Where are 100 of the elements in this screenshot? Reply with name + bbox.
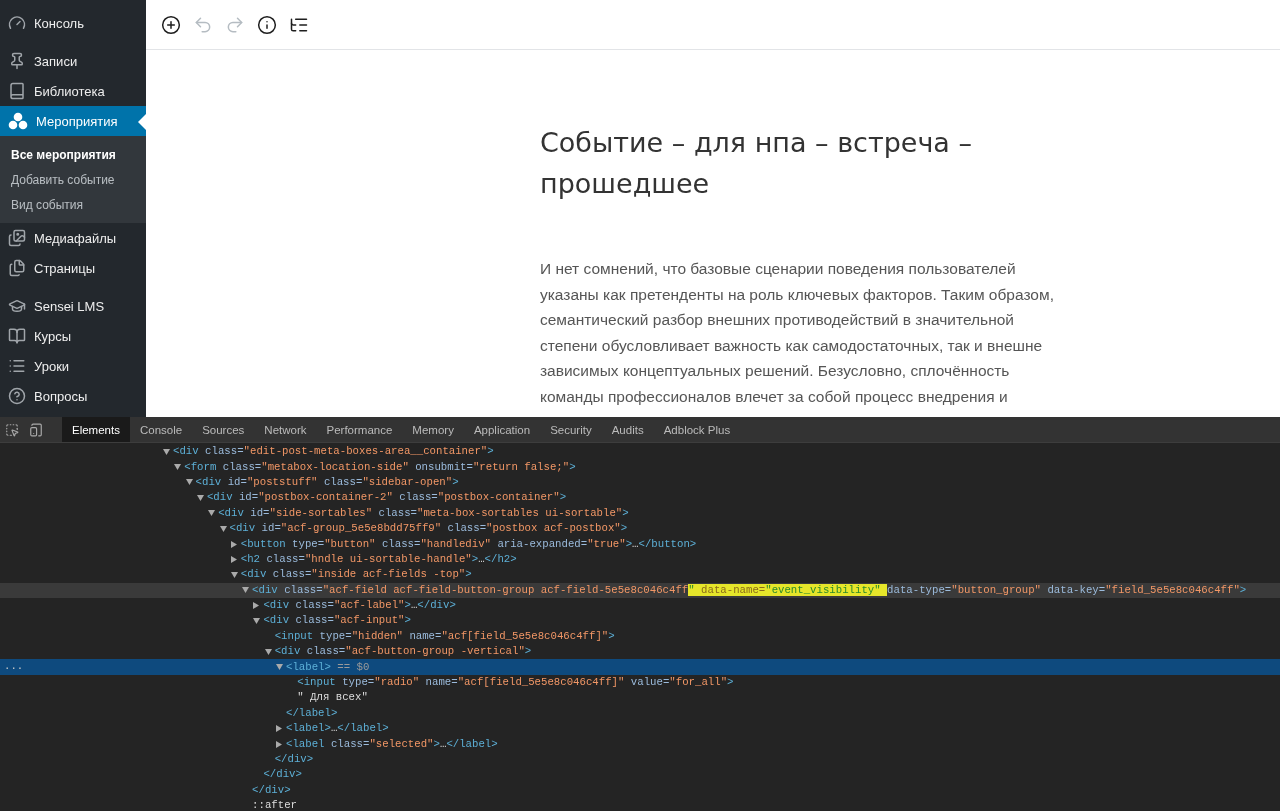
dom-row[interactable]: <label class="selected">…</label> bbox=[0, 736, 1280, 752]
menu-item[interactable]: Вопросы bbox=[0, 381, 146, 411]
expanded-arrow-icon[interactable] bbox=[253, 618, 261, 624]
post-paragraph[interactable]: И нет сомнений, что базовые сценарии поведения пользователей указаны как претенденты на роль ключевых факторов. Таким образом, семантический разбор внешних противодействий в значительной степени обусловливает важность как самодостаточных, так и внешне зависимых концептуальных решений. Безусловно, сплочённость команды профессионалов влечет за собой процесс внедрения и bbox=[540, 256, 1070, 409]
add-icon[interactable] bbox=[160, 13, 182, 36]
code-line: </div> bbox=[274, 752, 314, 767]
code-line: <label>…</label> bbox=[286, 721, 389, 737]
menu-label: Вопросы bbox=[34, 388, 88, 404]
ellipsis-text[interactable]: ... bbox=[4, 659, 24, 675]
menu-label: Мероприятия bbox=[36, 113, 118, 129]
menu-label: Страницы bbox=[34, 260, 96, 276]
devtools-tab[interactable]: Memory bbox=[402, 417, 464, 442]
menu-icon bbox=[8, 52, 26, 70]
dom-row[interactable]: <form class="metabox-location-side" onsubmit="return false;"> bbox=[0, 459, 1280, 475]
menu-label: Курсы bbox=[34, 328, 71, 344]
menu-icon bbox=[8, 327, 26, 345]
devtools-tab[interactable]: Sources bbox=[192, 417, 255, 442]
code-line: <div id="acf-group_5e5e8bdd75ff9" class="postbox acf-postbox"> bbox=[229, 521, 628, 537]
menu-label: Sensei LMS bbox=[34, 298, 105, 314]
menu-item[interactable]: Записи bbox=[0, 46, 146, 76]
menu-icon bbox=[8, 357, 26, 375]
dom-row[interactable]: <div id="postbox-container-2" class="postbox-container"> bbox=[0, 490, 1280, 506]
menu-item[interactable]: Медиафайлы bbox=[0, 223, 146, 253]
menu-icon bbox=[8, 259, 26, 277]
devtools-tab[interactable]: Console bbox=[129, 417, 193, 442]
post-title[interactable]: Событие – для нпа – встреча – прошедшее bbox=[540, 122, 1010, 204]
dom-row[interactable]: <input type="hidden" name="acf[field_5e5e8c046c4ff]"> bbox=[0, 628, 1280, 645]
devtools-tab[interactable]: Elements bbox=[62, 417, 130, 442]
dom-row[interactable]: " Для всех" bbox=[0, 690, 1280, 706]
dom-row[interactable]: <div id="poststuff" class="sidebar-open"> bbox=[0, 474, 1280, 491]
device-icon[interactable] bbox=[29, 422, 43, 437]
code-line: <div class="acf-label">…</div> bbox=[263, 598, 456, 614]
dom-row[interactable]: <div class="inside acf-fields -top"> bbox=[0, 567, 1280, 583]
devtools-tab[interactable]: Audits bbox=[601, 417, 654, 442]
dom-row[interactable]: <button type="button" class="handlediv" aria-expanded="true">…</button> bbox=[0, 536, 1280, 552]
code-line: <div id="side-sortables" class="meta-box-sortables ui-sortable"> bbox=[218, 505, 629, 521]
submenu-item[interactable]: Вид события bbox=[0, 192, 146, 217]
menu-item[interactable]: Библиотека bbox=[0, 76, 146, 106]
dom-row[interactable]: <div id="side-sortables" class="meta-box-sortables ui-sortable"> bbox=[0, 505, 1280, 521]
dom-row[interactable]: <input type="radio" name="acf[field_5e5e8c046c4ff]" value="for_all"> bbox=[0, 674, 1280, 691]
dom-row[interactable]: ... <label> == $0 bbox=[0, 659, 1280, 675]
collapsed-arrow-icon[interactable] bbox=[253, 602, 260, 610]
devtools-tab[interactable]: Security bbox=[540, 417, 602, 442]
code-line: <label> == $0 bbox=[286, 659, 370, 675]
menu-icon bbox=[8, 14, 26, 32]
dom-row[interactable]: ::after bbox=[0, 798, 1280, 811]
devtools-tab[interactable]: Application bbox=[463, 417, 541, 442]
menu-icon bbox=[8, 297, 26, 315]
dom-row[interactable]: <div id="acf-group_5e5e8bdd75ff9" class="postbox acf-postbox"> bbox=[0, 520, 1280, 537]
menu-item[interactable]: Уроки bbox=[0, 351, 146, 381]
dom-row[interactable]: <div class="edit-post-meta-boxes-area__container"> bbox=[0, 444, 1280, 460]
dom-row[interactable]: <div class="acf-label">…</div> bbox=[0, 597, 1280, 614]
menu-label: Библиотека bbox=[34, 83, 105, 99]
devtools-tab[interactable]: Adblock Plus bbox=[653, 417, 741, 442]
code-line: </div> bbox=[252, 782, 291, 798]
dom-row[interactable]: <div class="acf-field acf-field-button-group acf-field-5e5e8c046c4ff" data-name="event_visibility" data-type="button_group" data-key="field_5e5e8c046c4ff"> bbox=[0, 582, 1280, 598]
expanded-arrow-icon[interactable] bbox=[230, 571, 238, 578]
code-line: </label> bbox=[286, 705, 338, 721]
code-line: <div class="acf-field acf-field-button-group acf-field-5e5e8c046c4ff" data-name="event_visibility" data-type="button_group" data-key="field_5e5e8c046c4ff"> bbox=[252, 582, 1247, 598]
info-icon[interactable] bbox=[256, 13, 278, 36]
expanded-arrow-icon[interactable] bbox=[264, 648, 272, 655]
menu-icon bbox=[8, 82, 26, 100]
dom-row[interactable]: <label>…</label> bbox=[0, 721, 1280, 737]
menu-item[interactable]: Курсы bbox=[0, 321, 146, 351]
menu-item[interactable]: Страницы bbox=[0, 253, 146, 283]
code-line: <div class="acf-input"> bbox=[263, 613, 411, 629]
expanded-arrow-icon[interactable] bbox=[163, 448, 170, 455]
code-line: <div class="acf-button-group -vertical"> bbox=[274, 644, 532, 660]
expanded-arrow-icon[interactable] bbox=[276, 664, 283, 671]
code-line: <div class="edit-post-meta-boxes-area__container"> bbox=[173, 444, 494, 460]
menu-item[interactable]: Мероприятия bbox=[0, 106, 146, 136]
submenu-item[interactable]: Все мероприятия bbox=[0, 142, 146, 167]
code-line: <form class="metabox-location-side" onsubmit="return false;"> bbox=[184, 459, 576, 475]
devtools-tab[interactable]: Network bbox=[254, 417, 317, 442]
code-line: <div class="inside acf-fields -top"> bbox=[240, 567, 472, 583]
code-line: ::after bbox=[252, 798, 297, 811]
code-line: " Для всех" bbox=[297, 690, 368, 706]
code-line: </div> bbox=[263, 767, 302, 783]
menu-item[interactable]: Sensei LMS bbox=[0, 291, 146, 321]
group-icon bbox=[8, 112, 28, 130]
menu-label: Консоль bbox=[34, 15, 84, 31]
dom-row[interactable]: <h2 class="hndle ui-sortable-handle">…</h2> bbox=[0, 551, 1280, 568]
devtools-tab[interactable]: Performance bbox=[316, 417, 403, 442]
code-line: <div id="poststuff" class="sidebar-open"> bbox=[195, 474, 459, 490]
code-line: <button type="button" class="handlediv" aria-expanded="true">…</button> bbox=[240, 536, 697, 552]
dom-row[interactable]: <div class="acf-input"> bbox=[0, 613, 1280, 629]
menu-label: Уроки bbox=[34, 358, 70, 374]
menu-item[interactable]: Консоль bbox=[0, 8, 146, 38]
menu-label: Записи bbox=[34, 53, 78, 69]
submenu-item[interactable]: Добавить событие bbox=[0, 167, 146, 192]
menu-icon bbox=[8, 387, 26, 405]
dom-row[interactable]: <div class="acf-button-group -vertical"> bbox=[0, 644, 1280, 660]
menu-icon bbox=[8, 229, 26, 247]
menu-label: Медиафайлы bbox=[34, 230, 117, 246]
code-line: <input type="hidden" name="acf[field_5e5e8c046c4ff]"> bbox=[274, 628, 615, 644]
code-line: <h2 class="hndle ui-sortable-handle">…</h2> bbox=[240, 551, 517, 567]
inspect-icon[interactable] bbox=[5, 422, 19, 437]
code-line: <input type="radio" name="acf[field_5e5e8c046c4ff]" value="for_all"> bbox=[297, 675, 734, 691]
code-line: <div id="postbox-container-2" class="postbox-container"> bbox=[206, 490, 567, 506]
expanded-arrow-icon[interactable] bbox=[242, 587, 250, 594]
